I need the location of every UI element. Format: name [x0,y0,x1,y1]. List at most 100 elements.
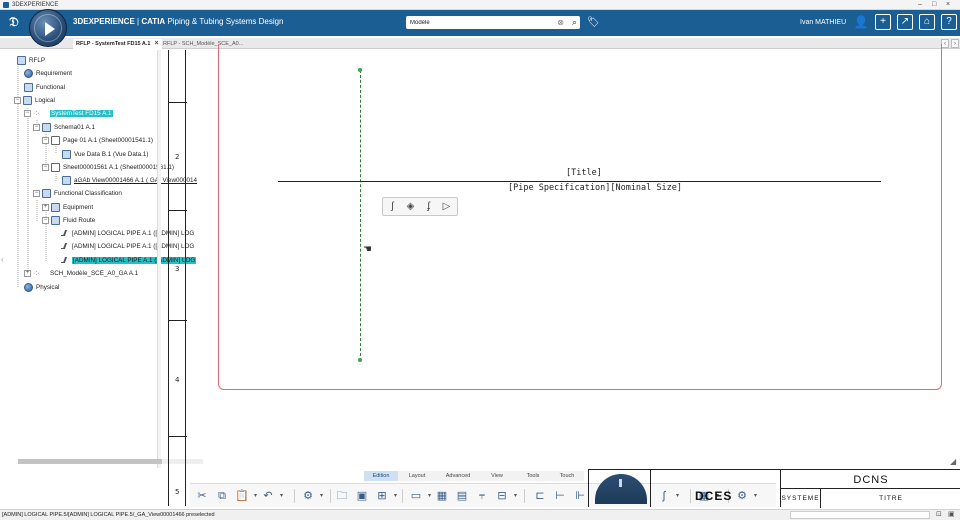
table-icon[interactable]: ▦ [434,488,450,504]
tab-edition[interactable]: Edition [364,471,398,481]
functional-icon [24,82,33,92]
search-input[interactable] [410,17,550,28]
search-box[interactable]: ⊗ ⌕ [406,16,580,29]
pipe-route-icon[interactable]: ʃ [385,200,400,214]
classification-icon [42,188,51,198]
tree-item-functional-classification[interactable]: − Functional Classification [33,188,122,200]
add-icon[interactable]: + [875,14,891,30]
tree-item-sch-model[interactable]: + ·:· SCH_Modèle_SCE_A0_GA A.1 [24,268,138,280]
drawing-code-box: DCES [650,469,780,507]
branch-route-icon[interactable]: ʄ [421,200,436,214]
pipe-spec-annotation[interactable]: [Pipe Specification][Nominal Size] [508,183,682,193]
tab-tools[interactable]: Tools [516,471,550,481]
status-input[interactable] [790,511,930,519]
schema-icon [42,122,51,132]
tree-item-physical[interactable]: Physical [24,282,59,294]
collapse-toggle-icon[interactable]: − [42,163,49,171]
paste-icon[interactable]: 📋 [234,488,257,504]
status-panel-icon[interactable]: ▣ [948,510,955,520]
ruler-label: 3 [175,265,180,273]
drawing-canvas[interactable]: 2 3 4 5 [Title] [Pipe Specification][Nom… [160,44,960,510]
tree-item-requirement[interactable]: Requirement [24,68,72,80]
tag-icon[interactable]: 🏷 [587,16,600,29]
tree-item-vue-data[interactable]: Vue Data B.1 (Vue Data.1) [62,149,148,161]
collapse-toggle-icon[interactable]: − [33,189,40,197]
expand-toggle-icon[interactable]: + [24,269,31,277]
route-icon[interactable]: ⊢ [552,488,568,504]
minimize-icon[interactable]: – [918,0,922,10]
tree-label: Page 01 A.1 (Sheet00001541.1) [63,137,153,144]
tree-item-schema[interactable]: − Schema01 A.1 [33,122,95,134]
title-label: TITRE [879,495,903,502]
connect-icon[interactable]: ⊏ [532,488,548,504]
equipment-icon [51,202,60,212]
pipe-icon [60,229,69,238]
tree-item-equipment[interactable]: + Equipment [42,202,93,214]
search-icon[interactable]: ⌕ [572,17,577,28]
tree-item-page[interactable]: − Page 01 A.1 (Sheet00001541.1) [42,135,153,147]
tab-advanced[interactable]: Advanced [438,471,478,481]
compass-icon[interactable] [29,9,67,47]
collapse-toggle-icon[interactable]: − [24,109,31,117]
align-icon[interactable]: ⫧ [474,488,490,504]
help-icon[interactable]: ? [941,14,957,30]
folder-icon[interactable]: 🗀 [334,488,350,504]
eraser-icon[interactable]: ◈ [403,200,418,214]
branch-icon[interactable]: ⊩ [572,488,588,504]
home-icon[interactable]: ⌂ [919,14,935,30]
scrollbar-thumb[interactable] [18,459,162,464]
tab-close-icon[interactable]: × [154,40,158,47]
3ds-logo-icon[interactable]: 𝔇 [5,14,23,32]
physical-icon [24,282,33,292]
collapse-toggle-icon[interactable]: − [14,96,21,104]
collapse-toggle-icon[interactable]: − [33,123,40,131]
resize-grip-icon[interactable]: ◢ [950,457,956,466]
tree-item-functional[interactable]: Functional [24,82,65,94]
view-icon [62,149,71,159]
tab-layout[interactable]: Layout [400,471,434,481]
maximize-icon[interactable]: □ [932,0,936,10]
tree-label: Requirement [36,70,73,77]
tab-rflp-systemtest[interactable]: RFLP - SystemTest FD15 A.1 × [73,39,162,49]
sheet-add-icon[interactable]: ▣ [354,488,370,504]
tab-view[interactable]: View [482,471,512,481]
close-icon[interactable]: × [946,0,950,10]
expand-toggle-icon[interactable]: + [42,203,49,211]
grid-icon[interactable]: ⊟ [494,488,517,504]
tab-touch[interactable]: Touch [552,471,582,481]
system-icon: ·:· [33,269,40,277]
panel-collapse-icon[interactable]: ‹ [1,255,4,264]
tree-item-fluid-route[interactable]: − Fluid Route [42,215,95,227]
system-icon: ·:· [33,109,40,117]
collapse-toggle-icon[interactable]: − [42,216,49,224]
tree-item-systemtest[interactable]: − ·:· SystemTest FD15 A.1 [24,108,113,120]
logical-pipe-route[interactable] [360,70,361,361]
copy-icon[interactable]: ⧉ [214,488,230,504]
route-endpoint-icon[interactable] [358,358,362,362]
status-settings-icon[interactable]: ⊡ [936,510,942,520]
tree-item-logical[interactable]: − Logical [14,95,55,107]
tag-label-icon[interactable]: ▷ [439,200,454,214]
search-clear-icon[interactable]: ⊗ [557,17,564,28]
tab-scroll-left-icon[interactable]: ‹ [941,39,949,48]
ruler-label: 2 [175,153,180,161]
frame-icon[interactable]: ▭ [408,488,431,504]
title-annotation[interactable]: [Title] [566,168,602,178]
cut-icon[interactable]: ✂ [194,488,210,504]
ruler-tick [169,210,187,211]
user-icon[interactable]: 👤 [853,14,869,30]
tab-scroll-right-icon[interactable]: › [951,39,959,48]
undo-icon[interactable]: ↶ [260,488,283,504]
insert-icon[interactable]: ⊞ [374,488,397,504]
tree-item-rflp[interactable]: RFLP [17,55,45,67]
collapse-toggle-icon[interactable]: − [42,136,49,144]
user-name[interactable]: Ivan MATHIEU [800,18,846,28]
route-endpoint-icon[interactable] [358,68,362,72]
tree-item-sheet[interactable]: − Sheet00001561 A.1 (Sheet00001561.1) [42,162,174,174]
separator [524,489,525,503]
logical-icon [23,95,32,105]
view-icon[interactable]: ▤ [454,488,470,504]
settings-icon[interactable]: ⚙ [300,488,323,504]
share-icon[interactable]: ↗ [897,14,913,30]
tree-label: Fluid Route [63,217,96,224]
